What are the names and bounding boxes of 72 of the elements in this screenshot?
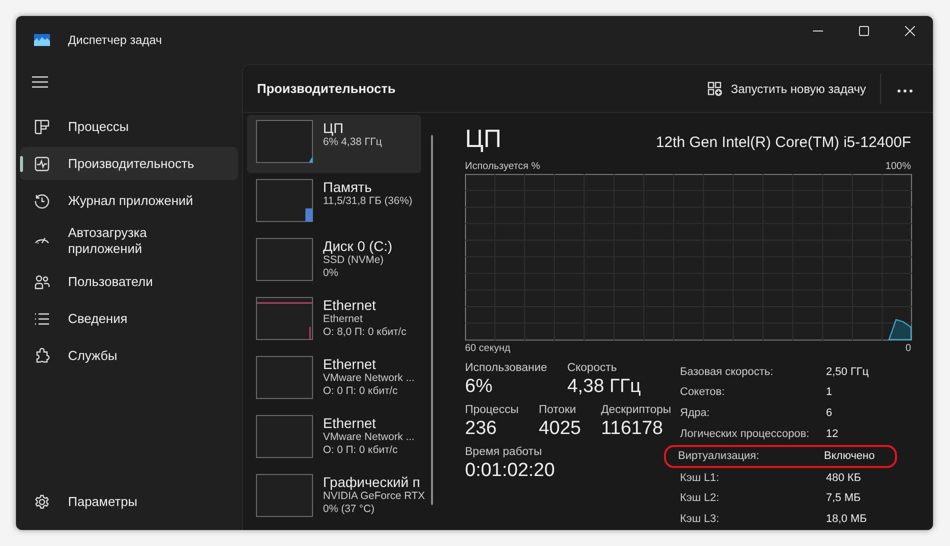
- device-item[interactable]: Память 11,5/31,8 ГБ (36%): [247, 174, 421, 232]
- detail-title: ЦП: [465, 125, 502, 154]
- history-icon: [34, 192, 50, 208]
- close-icon: [905, 26, 915, 36]
- nav-item[interactable]: Службы: [20, 339, 238, 372]
- stat-value: 4025: [538, 418, 581, 440]
- menu-icon: [32, 76, 48, 88]
- mini-graph: [256, 179, 313, 222]
- device-item[interactable]: Ethernet VMware Network ... О: 0 П: 0 кбит/с: [247, 410, 421, 468]
- spec-label: Сокетов:: [680, 385, 726, 400]
- spec-value: 1: [826, 385, 832, 400]
- device-item[interactable]: Ethernet Ethernet О: 8,0 П: 0 кбит/с: [247, 292, 421, 350]
- nav-item[interactable]: Процессы: [20, 110, 238, 143]
- app-logo-icon: [34, 34, 50, 46]
- spec-label: Кэш L3:: [680, 512, 720, 528]
- nav-item[interactable]: Автозагрузка приложений: [20, 221, 238, 261]
- spec-value: 2,50 ГГц: [826, 364, 869, 380]
- spec-label: Логических процессоров:: [680, 427, 810, 442]
- mini-graph: [256, 120, 313, 163]
- more-icon: [897, 88, 913, 92]
- stat-label: Дескрипторы: [600, 404, 672, 416]
- maximize-icon: [859, 26, 869, 36]
- stat-label: Скорость: [567, 362, 618, 374]
- graph-max-label: 100%: [885, 161, 911, 172]
- stat-value: 6%: [465, 376, 494, 398]
- device-item[interactable]: Ethernet VMware Network ... О: 0 П: 0 кбит/с: [247, 351, 421, 409]
- page-title: Производительность: [257, 81, 397, 96]
- spec-label: Виртуализация:: [678, 448, 760, 464]
- list-icon: [34, 310, 50, 326]
- spec-label: Кэш L2:: [680, 491, 720, 506]
- stat-label: Потоки: [538, 404, 578, 416]
- stat-label: Процессы: [465, 404, 519, 416]
- spec-label: Кэш L1:: [680, 470, 720, 486]
- processes-icon: [34, 118, 50, 134]
- nav-item[interactable]: Сведения: [20, 302, 238, 335]
- spec-value: 480 КБ: [826, 470, 862, 486]
- stat-value: 236: [465, 418, 498, 440]
- spec-value: 7,5 МБ: [826, 491, 861, 506]
- stat-label: Время работы: [465, 446, 543, 458]
- new-task-icon: [706, 80, 723, 96]
- mini-graph: [256, 238, 313, 281]
- spec-value: Включено: [824, 448, 875, 464]
- mini-graph: [256, 474, 313, 517]
- spec-label: Ядра:: [680, 406, 711, 422]
- nav-item[interactable]: Производительность: [20, 147, 238, 180]
- spec-value: 18,0 МБ: [826, 512, 867, 528]
- mini-graph: [256, 297, 313, 340]
- settings-item[interactable]: Параметры: [20, 485, 238, 518]
- spec-value: 6: [826, 406, 832, 422]
- nav-item[interactable]: Пользователи: [20, 265, 238, 298]
- mini-graph: [256, 356, 313, 399]
- graph-label: Используется %: [465, 161, 540, 172]
- spec-value: 12: [826, 427, 838, 442]
- users-icon: [34, 274, 50, 290]
- run-new-task-button[interactable]: Запустить новую задачу: [700, 74, 872, 102]
- graph-min-label: 0: [905, 342, 911, 354]
- mini-graph: [256, 415, 313, 458]
- spec-label: Базовая скорость:: [680, 364, 774, 380]
- stat-value: 116178: [600, 418, 664, 440]
- settings-icon: [34, 494, 50, 510]
- stat-value: 4,38 ГГц: [567, 376, 641, 398]
- graph-time-label: 60 секунд: [465, 342, 510, 354]
- activity-icon: [34, 156, 50, 172]
- scrollbar[interactable]: [431, 135, 433, 505]
- puzzle-icon: [34, 348, 50, 364]
- nav-item[interactable]: Журнал приложений: [20, 184, 238, 217]
- window-title: Диспетчер задач: [68, 33, 163, 47]
- device-item[interactable]: Диск 0 (C:) SSD (NVMe) 0%: [247, 233, 421, 291]
- stat-label: Использование: [465, 362, 548, 374]
- stat-value: 0:01:02:20: [465, 460, 555, 482]
- cpu-model: 12th Gen Intel(R) Core(TM) i5-12400F: [656, 134, 911, 151]
- device-item[interactable]: ЦП 6% 4,38 ГГц: [247, 115, 421, 173]
